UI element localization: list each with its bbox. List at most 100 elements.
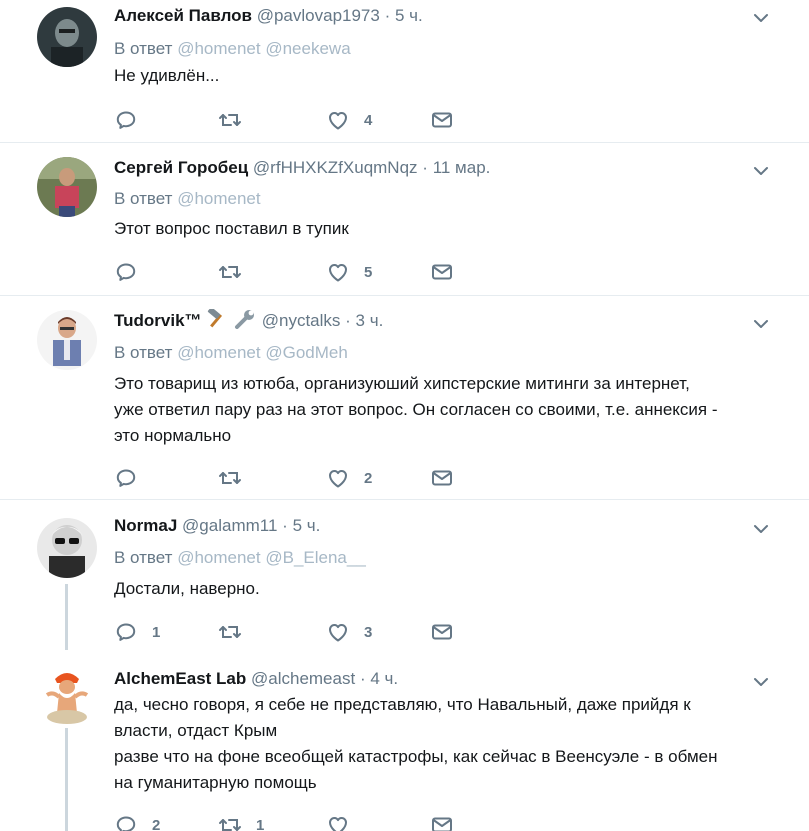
avatar[interactable] xyxy=(37,310,97,370)
reply-icon xyxy=(114,813,138,831)
tweet[interactable]: Сергей Горобец @rfHHXKZfXuqmNqz · 11 мар… xyxy=(0,143,809,296)
mention-link[interactable]: @GodMeh xyxy=(265,343,347,362)
tweet-header: NormaJ @galamm11 · 5 ч. xyxy=(114,514,739,538)
author-handle[interactable]: @pavlovap1973 xyxy=(257,6,380,25)
avatar[interactable] xyxy=(37,518,97,578)
reply-prefix: В ответ xyxy=(114,39,173,58)
reply-button[interactable] xyxy=(114,466,152,490)
reply-button[interactable]: 2 xyxy=(114,813,160,831)
retweet-button[interactable]: 1 xyxy=(218,813,264,831)
like-button[interactable]: 5 xyxy=(326,260,372,284)
timestamp[interactable]: 4 ч. xyxy=(370,669,398,688)
like-button[interactable]: 4 xyxy=(326,108,372,132)
tweet[interactable]: AlchemEast Lab @alchemeast · 4 ч. да, че… xyxy=(0,657,809,831)
reply-button[interactable]: 1 xyxy=(114,620,160,644)
separator: · xyxy=(282,516,288,535)
reply-count: 2 xyxy=(152,816,161,831)
mention-link[interactable]: @homenet xyxy=(177,39,260,58)
tweet-text: да, чесно говоря, я себе не представляю,… xyxy=(114,692,769,796)
like-count: 5 xyxy=(364,263,373,281)
author-name[interactable]: Сергей Горобец xyxy=(114,158,248,177)
mention-link[interactable]: @homenet xyxy=(177,189,260,208)
reply-icon xyxy=(114,620,138,644)
heart-icon xyxy=(326,620,350,644)
timestamp[interactable]: 3 ч. xyxy=(356,311,384,330)
heart-icon xyxy=(326,108,350,132)
like-button[interactable]: 3 xyxy=(326,620,372,644)
heart-icon xyxy=(326,813,350,831)
tweet-text: Достали, наверно. xyxy=(114,576,769,602)
chevron-down-icon[interactable] xyxy=(751,8,771,28)
heart-icon xyxy=(326,260,350,284)
tweet-text: Не удивлён... xyxy=(114,63,769,89)
separator: · xyxy=(359,669,366,688)
avatar[interactable] xyxy=(37,667,97,727)
direct-message-button[interactable] xyxy=(430,108,454,132)
reply-icon xyxy=(114,108,138,132)
author-name[interactable]: AlchemEast Lab xyxy=(114,669,246,688)
author-handle[interactable]: @rfHHXKZfXuqmNqz xyxy=(253,158,418,177)
tweet-text: Этот вопрос поставил в тупик xyxy=(114,216,769,242)
avatar[interactable] xyxy=(37,157,97,217)
retweet-icon xyxy=(218,466,242,490)
chevron-down-icon[interactable] xyxy=(751,161,771,181)
like-button[interactable]: 2 xyxy=(326,466,372,490)
author-name[interactable]: Tudorvik™ xyxy=(114,311,202,330)
heart-icon xyxy=(326,466,350,490)
tweet-text: Это товарищ из ютюба, организуюший хипст… xyxy=(114,371,769,449)
mention-link[interactable]: @homenet xyxy=(177,343,260,362)
chevron-down-icon[interactable] xyxy=(751,519,771,539)
direct-message-icon xyxy=(430,620,454,644)
tweet-text-line: Не удивлён... xyxy=(114,66,220,85)
reply-button[interactable] xyxy=(114,260,152,284)
retweet-count: 1 xyxy=(256,816,265,831)
like-count: 2 xyxy=(364,469,373,487)
retweet-button[interactable] xyxy=(218,108,256,132)
direct-message-button[interactable] xyxy=(430,466,454,490)
tweet[interactable]: Tudorvik™ @nyctalks · 3 ч. В ответ @home… xyxy=(0,296,809,500)
mention-link[interactable]: @homenet xyxy=(177,548,260,567)
tweet[interactable]: Алексей Павлов @pavlovap1973 · 5 ч. В от… xyxy=(0,0,809,143)
direct-message-icon xyxy=(430,260,454,284)
reply-button[interactable] xyxy=(114,108,152,132)
retweet-button[interactable] xyxy=(218,466,256,490)
tweet-header: Tudorvik™ @nyctalks · 3 ч. xyxy=(114,307,739,333)
retweet-icon xyxy=(218,108,242,132)
retweet-icon xyxy=(218,260,242,284)
direct-message-icon xyxy=(430,108,454,132)
avatar[interactable] xyxy=(37,7,97,67)
timestamp[interactable]: 5 ч. xyxy=(293,516,321,535)
author-name[interactable]: NormaJ xyxy=(114,516,177,535)
author-handle[interactable]: @nyctalks xyxy=(262,311,341,330)
retweet-button[interactable] xyxy=(218,260,256,284)
tweet-text-line: да, чесно говоря, я себе не представляю,… xyxy=(114,695,691,714)
mention-link[interactable]: @B_Elena__ xyxy=(265,548,365,567)
mention-link[interactable]: @neekewa xyxy=(265,39,350,58)
chevron-down-icon[interactable] xyxy=(751,672,771,692)
direct-message-button[interactable] xyxy=(430,620,454,644)
separator: · xyxy=(345,311,351,330)
chevron-down-icon[interactable] xyxy=(751,314,771,334)
timestamp[interactable]: 5 ч. xyxy=(395,6,423,25)
tweet-header: Сергей Горобец @rfHHXKZfXuqmNqz · 11 мар… xyxy=(114,156,739,180)
like-button[interactable] xyxy=(326,813,364,831)
tweet-text-line: Этот вопрос поставил в тупик xyxy=(114,219,349,238)
retweet-icon xyxy=(218,620,242,644)
direct-message-button[interactable] xyxy=(430,260,454,284)
author-name[interactable]: Алексей Павлов xyxy=(114,6,252,25)
like-count: 4 xyxy=(364,111,373,129)
direct-message-button[interactable] xyxy=(430,813,454,831)
author-handle[interactable]: @galamm11 xyxy=(182,516,277,535)
tweet-text-line: на гуманитарную помощь xyxy=(114,773,317,792)
author-handle[interactable]: @alchemeast xyxy=(251,669,355,688)
reply-context: В ответ @homenet @B_Elena__ xyxy=(114,547,366,569)
retweet-icon xyxy=(218,813,242,831)
reply-count: 1 xyxy=(152,623,161,641)
tweet[interactable]: NormaJ @galamm11 · 5 ч. В ответ @homenet… xyxy=(0,500,809,657)
reply-context: В ответ @homenet @neekewa xyxy=(114,38,351,60)
timestamp[interactable]: 11 мар. xyxy=(433,158,491,177)
retweet-button[interactable] xyxy=(218,620,256,644)
reply-prefix: В ответ xyxy=(114,548,173,567)
reply-prefix: В ответ xyxy=(114,189,173,208)
separator: · xyxy=(422,158,428,177)
